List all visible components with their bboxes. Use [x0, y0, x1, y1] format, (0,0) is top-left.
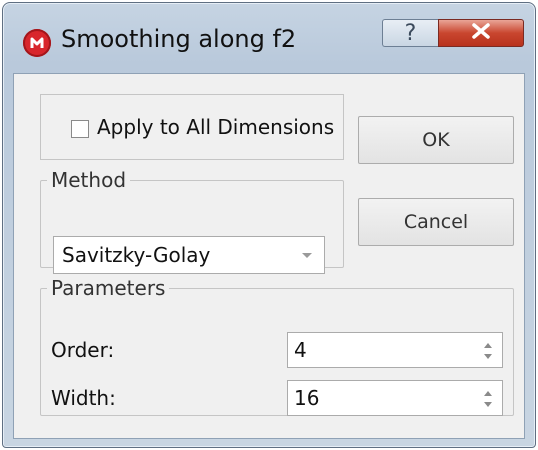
width-increment-icon[interactable]	[484, 391, 492, 396]
parameters-legend: Parameters	[51, 276, 166, 300]
dialog-window: Smoothing along f2 ? Apply to All Dimens…	[2, 2, 536, 448]
close-button[interactable]	[438, 19, 524, 47]
order-value[interactable]: 4	[294, 338, 307, 362]
order-label: Order:	[51, 338, 115, 362]
window-title: Smoothing along f2	[61, 25, 297, 53]
apply-all-group: Apply to All Dimensions	[40, 94, 344, 160]
chevron-down-icon[interactable]	[302, 253, 312, 258]
apply-all-label[interactable]: Apply to All Dimensions	[97, 115, 334, 139]
method-selected-value: Savitzky-Golay	[62, 243, 211, 267]
cancel-button[interactable]: Cancel	[358, 198, 514, 246]
order-spinbox[interactable]: 4	[287, 332, 503, 368]
help-button[interactable]: ?	[382, 19, 438, 47]
title-bar[interactable]: Smoothing along f2 ?	[3, 3, 535, 81]
parameters-group: Parameters Order: 4 Width: 16	[40, 276, 514, 416]
app-logo-icon	[23, 29, 51, 57]
order-increment-icon[interactable]	[484, 343, 492, 348]
width-decrement-icon[interactable]	[484, 402, 492, 407]
ok-button[interactable]: OK	[358, 116, 514, 164]
width-value[interactable]: 16	[294, 386, 319, 410]
help-icon: ?	[404, 20, 417, 46]
method-select[interactable]: Savitzky-Golay	[53, 236, 325, 274]
dialog-body: Apply to All Dimensions OK Cancel Method…	[13, 73, 525, 439]
order-decrement-icon[interactable]	[484, 354, 492, 359]
method-legend: Method	[51, 168, 127, 192]
width-label: Width:	[51, 386, 116, 410]
close-icon	[470, 22, 492, 44]
method-group: Method Savitzky-Golay	[40, 168, 344, 274]
width-spinbox[interactable]: 16	[287, 380, 503, 416]
apply-all-checkbox[interactable]	[71, 120, 89, 138]
